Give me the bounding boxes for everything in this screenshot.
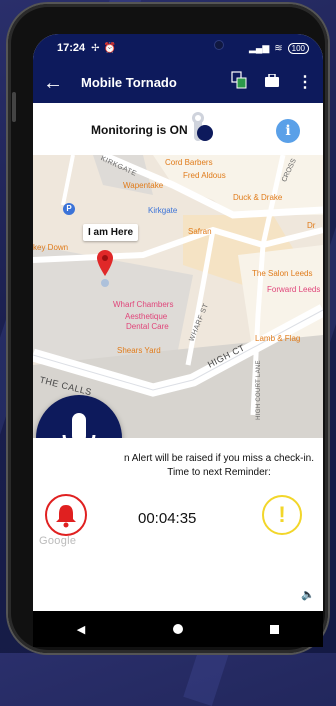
place-label: Fred Aldous [183, 171, 226, 180]
place-label: Cord Barbers [165, 158, 213, 167]
place-label: Safran [188, 227, 212, 236]
signal-icon: ▂▄▆ [249, 42, 270, 53]
location-pin-icon[interactable] [97, 250, 113, 281]
monitoring-status-label: Monitoring is ON [91, 123, 188, 137]
status-bar: 17:24 ✢ ⏰ ▂▄▆ ≋ 100 [33, 34, 323, 62]
more-menu-icon[interactable]: ⋮ [297, 74, 313, 90]
place-label: Aesthetique [125, 312, 168, 321]
place-label: Wharf Chambers [113, 300, 174, 309]
place-label: Shears Yard [117, 346, 161, 355]
info-button[interactable]: i [276, 119, 300, 143]
place-label: Dr [307, 221, 316, 230]
google-attribution: Google [39, 535, 77, 547]
monitoring-row: Monitoring is ON i [33, 103, 323, 155]
back-arrow-icon[interactable]: ← [43, 73, 63, 93]
nav-back-icon[interactable]: ◀ [77, 623, 85, 636]
place-label: The Salon Leeds [252, 269, 313, 278]
panic-alarm-button[interactable] [45, 494, 87, 536]
volume-icon: 🔈 [301, 589, 315, 601]
monitoring-toggle[interactable] [191, 111, 215, 145]
status-time: 17:24 [57, 42, 86, 54]
bell-icon [56, 505, 76, 528]
phone-screen: 17:24 ✢ ⏰ ▂▄▆ ≋ 100 ← Mobile Tornado ⋮ M… [33, 34, 323, 647]
alarm-clock-icon: ⏰ [103, 42, 116, 54]
nav-recents-icon[interactable] [270, 624, 280, 634]
volume-button [12, 92, 16, 122]
place-label: Lamb & Flag [255, 334, 301, 343]
place-label: Kirkgate [148, 206, 178, 215]
place-label: Forward Leeds [267, 285, 321, 294]
marker-label: I am Here [83, 224, 139, 241]
translate-icon[interactable] [231, 71, 247, 94]
alert-message: n Alert will be raised if you miss a che… [123, 453, 315, 478]
wifi-icon: ≋ [274, 42, 283, 54]
checkin-panel: n Alert will be raised if you miss a che… [33, 438, 323, 618]
hotspot-icon: ✢ [91, 42, 100, 54]
front-camera [214, 40, 224, 50]
reminder-countdown: 00:04:35 [138, 510, 197, 527]
place-label: key Down [33, 243, 69, 252]
briefcase-icon[interactable] [265, 72, 279, 92]
place-label: Dental Care [126, 322, 169, 331]
street-label: HIGH COURT LANE [255, 360, 262, 420]
place-label: Duck & Drake [233, 193, 283, 202]
nav-home-icon[interactable] [172, 624, 183, 634]
app-title: Mobile Tornado [81, 75, 177, 90]
battery-icon: 100 [287, 42, 309, 54]
app-bar: ← Mobile Tornado ⋮ [33, 62, 323, 103]
warning-button[interactable]: ! [262, 495, 302, 535]
place-label: Wapentake [123, 181, 164, 190]
parking-icon: P [63, 203, 75, 215]
system-nav-bar: ◀ [33, 611, 323, 647]
phone-frame: 17:24 ✢ ⏰ ▂▄▆ ≋ 100 ← Mobile Tornado ⋮ M… [8, 4, 328, 653]
